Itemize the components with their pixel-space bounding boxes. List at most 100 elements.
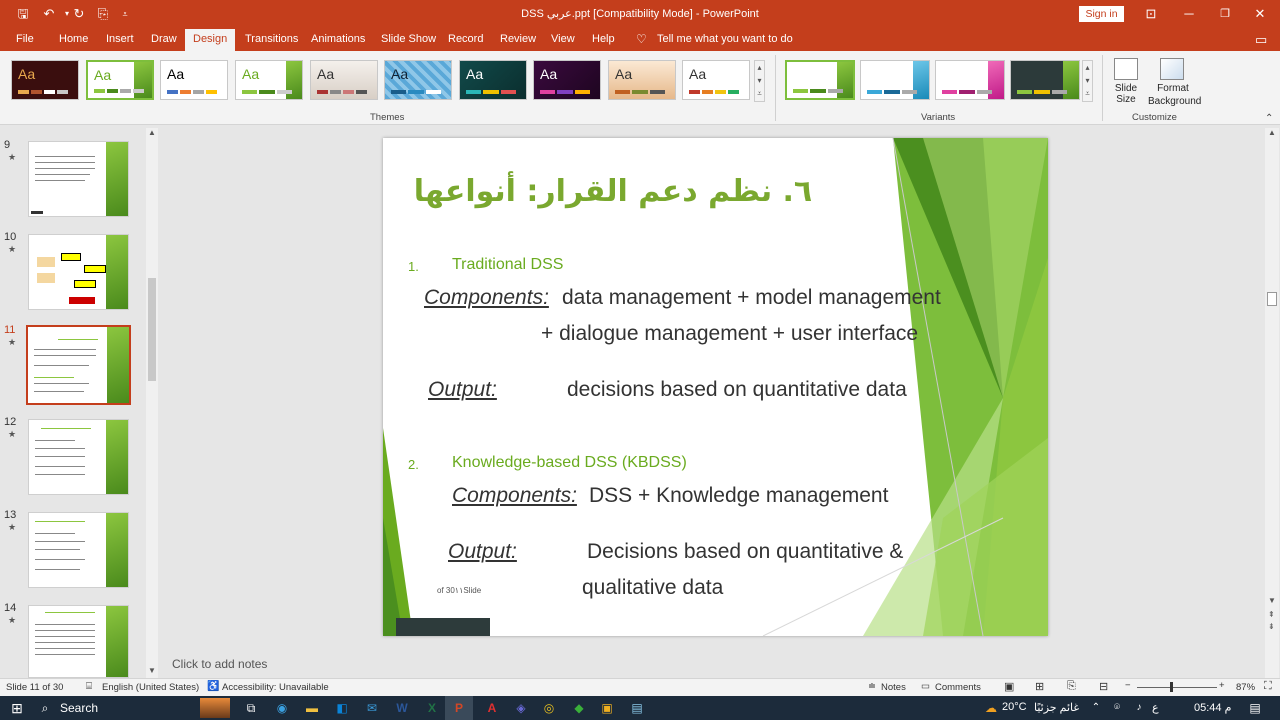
- store-icon[interactable]: ◧: [333, 699, 351, 717]
- scroll-up-icon[interactable]: ▲: [1268, 128, 1276, 137]
- zoom-slider-thumb[interactable]: [1170, 682, 1173, 692]
- notifications-icon[interactable]: ▤: [1246, 699, 1264, 717]
- tab-design[interactable]: Design: [185, 29, 236, 51]
- weather-description[interactable]: غائم جزئيًا: [1034, 701, 1079, 714]
- word-icon[interactable]: W: [393, 699, 411, 717]
- slide-thumbnail[interactable]: [28, 234, 129, 310]
- slide-show-icon[interactable]: ⊟: [1099, 680, 1108, 693]
- app-icon[interactable]: ◆: [570, 699, 588, 717]
- scrollbar-thumb[interactable]: [148, 278, 156, 381]
- tell-me-search[interactable]: Tell me what you want to do: [657, 32, 793, 51]
- network-icon[interactable]: ⌾: [1108, 699, 1126, 717]
- acrobat-icon[interactable]: A: [483, 699, 501, 717]
- notepad-icon[interactable]: ▤: [628, 699, 646, 717]
- next-slide-icon[interactable]: ⇟: [1268, 622, 1275, 631]
- tab-slide-show[interactable]: Slide Show: [381, 32, 436, 51]
- scroll-up-icon[interactable]: ▲: [148, 128, 156, 137]
- comments-icon[interactable]: ▭: [1255, 32, 1267, 51]
- item1-heading[interactable]: Traditional DSS: [452, 256, 563, 274]
- theme-thumbnail[interactable]: Aa: [11, 60, 79, 100]
- collapse-ribbon-icon[interactable]: ⌃: [1265, 113, 1273, 124]
- zoom-slider[interactable]: [1137, 687, 1217, 688]
- clock[interactable]: 05:44 م: [1194, 701, 1231, 714]
- language-status[interactable]: English (United States): [102, 682, 199, 693]
- temperature[interactable]: 20°C: [1002, 701, 1027, 713]
- scrollbar-thumb[interactable]: [1267, 292, 1277, 306]
- edge-icon[interactable]: ◉: [273, 699, 291, 717]
- theme-thumbnail[interactable]: Aa: [608, 60, 676, 100]
- slide-thumbnail[interactable]: [28, 512, 129, 588]
- tab-review[interactable]: Review: [500, 32, 536, 51]
- tab-transitions[interactable]: Transitions: [245, 32, 298, 51]
- slide-size-button[interactable]: Slide Size: [1108, 55, 1144, 107]
- redo-icon[interactable]: ↻: [70, 5, 88, 23]
- previous-slide-icon[interactable]: ⇞: [1268, 610, 1275, 619]
- normal-view-icon[interactable]: ▣: [1004, 680, 1014, 693]
- tab-view[interactable]: View: [551, 32, 575, 51]
- task-view-icon[interactable]: ⧉: [242, 699, 260, 717]
- comments-button[interactable]: Comments: [935, 682, 981, 693]
- theme-thumbnail[interactable]: Aa: [310, 60, 378, 100]
- tray-chevron-icon[interactable]: ⌃: [1087, 699, 1105, 717]
- reading-view-icon[interactable]: ⎘: [1067, 680, 1076, 693]
- theme-thumbnail[interactable]: Aa: [384, 60, 452, 100]
- powerpoint-taskbar-active[interactable]: P: [445, 696, 473, 720]
- tab-help[interactable]: Help: [592, 32, 615, 51]
- close-icon[interactable]: ✕: [1251, 5, 1269, 23]
- zoom-out-icon[interactable]: −: [1125, 680, 1131, 691]
- notes-pane[interactable]: Click to add notes: [160, 652, 1265, 678]
- slide-thumbnail-selected[interactable]: [26, 325, 131, 405]
- excel-icon[interactable]: X: [423, 699, 441, 717]
- visual-studio-icon[interactable]: ◈: [512, 699, 530, 717]
- input-language[interactable]: ع: [1152, 701, 1159, 714]
- fit-slide-icon[interactable]: ⛶: [1264, 680, 1272, 693]
- zoom-level[interactable]: 87%: [1236, 682, 1255, 693]
- accessibility-status[interactable]: Accessibility: Unavailable: [222, 682, 329, 693]
- notes-button[interactable]: Notes: [881, 682, 906, 693]
- chrome-icon[interactable]: ◎: [540, 699, 558, 717]
- variant-thumbnail[interactable]: [935, 60, 1005, 100]
- thumbnail-scrollbar[interactable]: ▲ ▼: [146, 128, 158, 678]
- tab-draw[interactable]: Draw: [151, 32, 177, 51]
- theme-thumbnail[interactable]: Aa: [533, 60, 601, 100]
- sign-in-button[interactable]: Sign in: [1079, 6, 1124, 22]
- scroll-down-icon[interactable]: ▼: [1268, 596, 1276, 605]
- zoom-in-icon[interactable]: +: [1219, 680, 1225, 691]
- tab-insert[interactable]: Insert: [106, 32, 134, 51]
- slide-canvas[interactable]: ٦. نظم دعم القرار: أنواعها 1. Traditiona…: [383, 138, 1048, 636]
- variant-thumbnail[interactable]: [1010, 60, 1080, 100]
- tab-file[interactable]: File: [16, 32, 34, 51]
- themes-gallery-scroll[interactable]: ▴ ▾ ⩡: [754, 60, 765, 102]
- spelling-icon[interactable]: ⌸: [86, 681, 92, 692]
- windows-start-icon[interactable]: ⊞: [8, 699, 26, 717]
- theme-thumbnail[interactable]: Aa: [459, 60, 527, 100]
- slide-thumbnail[interactable]: [28, 605, 129, 678]
- tab-animations[interactable]: Animations: [311, 32, 365, 51]
- variants-gallery-scroll[interactable]: ▴ ▾ ⩡: [1082, 60, 1093, 102]
- maximize-icon[interactable]: ❐: [1216, 5, 1234, 23]
- theme-thumbnail[interactable]: Aa: [160, 60, 228, 100]
- volume-icon[interactable]: ♪: [1130, 699, 1148, 717]
- theme-thumbnail[interactable]: Aa: [682, 60, 750, 100]
- folder-icon[interactable]: ▣: [598, 699, 616, 717]
- tab-home[interactable]: Home: [59, 32, 88, 51]
- slide-thumbnail[interactable]: [28, 141, 129, 217]
- minimize-icon[interactable]: ─: [1180, 5, 1198, 23]
- start-from-beginning-icon[interactable]: ⎘: [94, 5, 112, 23]
- slide-sorter-icon[interactable]: ⊞: [1035, 680, 1044, 693]
- ribbon-display-options-icon[interactable]: ⊡: [1142, 5, 1160, 23]
- mail-icon[interactable]: ✉: [363, 699, 381, 717]
- slide-scrollbar[interactable]: ▲ ▼ ⇞ ⇟: [1265, 128, 1279, 678]
- scroll-down-icon[interactable]: ▼: [148, 666, 156, 675]
- theme-thumbnail[interactable]: Aa: [86, 60, 154, 100]
- slide-title[interactable]: ٦. نظم دعم القرار: أنواعها: [413, 174, 813, 209]
- tab-record[interactable]: Record: [448, 32, 483, 51]
- format-background-button[interactable]: Format Background: [1148, 55, 1201, 107]
- item2-heading[interactable]: Knowledge-based DSS (KBDSS): [452, 454, 687, 472]
- customize-qat-icon[interactable]: ⩡: [116, 5, 134, 23]
- taskbar-search[interactable]: Search: [60, 701, 98, 715]
- undo-icon[interactable]: ↶: [40, 5, 58, 23]
- file-explorer-icon[interactable]: ▬: [303, 699, 321, 717]
- slide-thumbnail[interactable]: [28, 419, 129, 495]
- search-icon[interactable]: ⌕: [36, 699, 54, 717]
